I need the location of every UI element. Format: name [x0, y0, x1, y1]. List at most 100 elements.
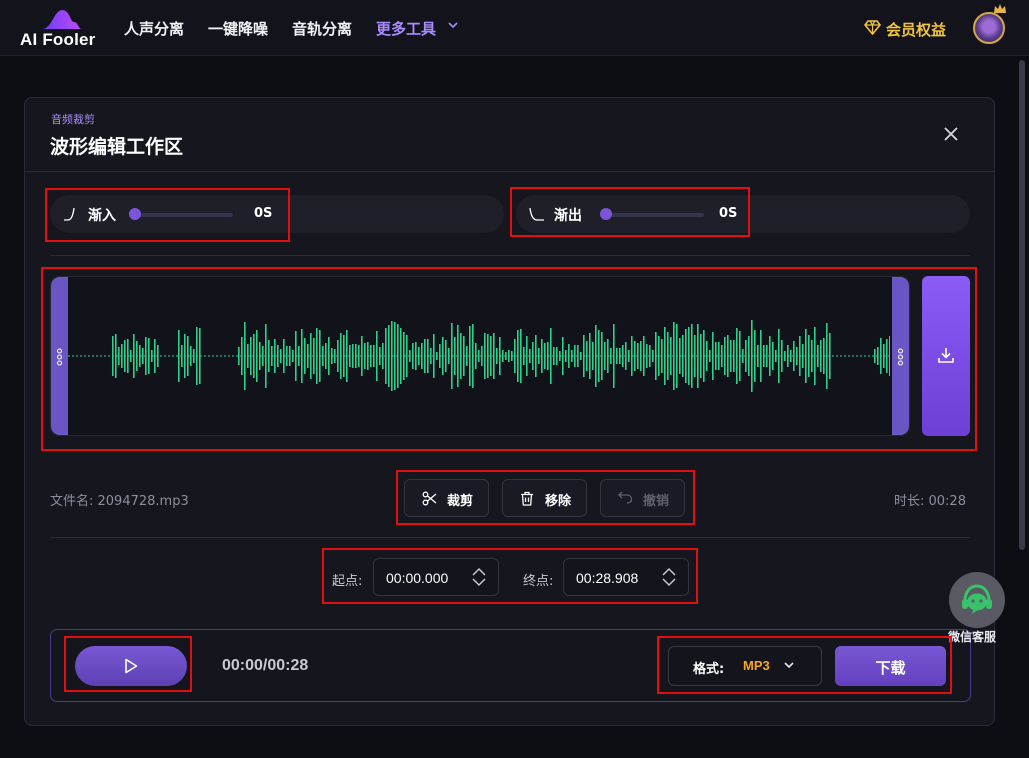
remove-label: 移除 [545, 494, 572, 509]
waveform-bar [271, 346, 273, 366]
waveform-bar [382, 343, 384, 369]
waveform-bar [478, 350, 480, 362]
waveform-bar [748, 336, 750, 376]
waveform-bar [415, 342, 417, 370]
waveform-bar [688, 327, 690, 385]
play-icon [125, 658, 138, 674]
waveform-bar [367, 342, 369, 370]
waveform-download-button[interactable] [922, 276, 970, 436]
waveform-bar [193, 349, 195, 363]
logo[interactable]: AI Fooler [20, 8, 104, 50]
fade-out-slider-knob[interactable] [600, 208, 612, 220]
waveform-bar [421, 343, 423, 369]
end-time-value: 00:28.908 [576, 570, 639, 586]
waveform-bar [187, 336, 189, 376]
fade-in-slider[interactable] [133, 213, 233, 217]
logo-text: AI Fooler [20, 30, 96, 49]
waveform-bar [568, 344, 570, 368]
waveform-bar [799, 336, 801, 376]
waveform-bar [247, 344, 249, 368]
drag-dots-icon [56, 348, 63, 366]
waveform-bar [646, 344, 648, 368]
waveform-bar [289, 346, 291, 366]
waveform-bar [592, 342, 594, 370]
spinner-icon[interactable] [471, 567, 487, 587]
waveform-bar [817, 345, 819, 367]
wechat-avatar [949, 572, 1005, 628]
nav-more-tools[interactable]: 更多工具 [376, 18, 436, 39]
waveform-bar [682, 335, 684, 377]
waveform-bar [535, 335, 537, 377]
chevron-down-icon [784, 662, 794, 669]
waveform-editor-panel: 音频裁剪 波形编辑工作区 渐入 0S 渐出 0S 文件名: 2094728.mp… [24, 97, 995, 726]
waveform-bar [556, 347, 558, 365]
trim-handle-right[interactable] [892, 277, 909, 435]
close-icon[interactable] [942, 125, 960, 143]
waveform-bar [571, 350, 573, 362]
remove-button[interactable]: 移除 [502, 479, 587, 517]
waveform-bar [613, 324, 615, 388]
download-label: 下载 [875, 659, 906, 677]
fade-out-slider[interactable] [604, 213, 704, 217]
panel-subtitle: 音频裁剪 [51, 113, 95, 126]
nav-vocal-separation[interactable]: 人声分离 [124, 18, 184, 39]
waveform-bar [157, 345, 159, 367]
waveform-bar [691, 324, 693, 388]
trim-handle-left[interactable] [51, 277, 68, 435]
cut-button[interactable]: 裁剪 [404, 479, 489, 517]
fade-in-control: 渐入 0S [50, 195, 504, 233]
fade-in-slider-knob[interactable] [129, 208, 141, 220]
waveform-bar [358, 345, 360, 367]
waveform-bar [694, 335, 696, 377]
waveform-bar [403, 332, 405, 380]
waveform-bar [448, 348, 450, 364]
waveform-bar [424, 339, 426, 373]
waveform-bar [631, 336, 633, 376]
waveform-bar [496, 348, 498, 364]
waveform-bar [376, 331, 378, 381]
chevron-down-icon[interactable] [448, 22, 458, 29]
nav-noise-reduction[interactable]: 一键降噪 [208, 18, 268, 39]
wechat-service-button[interactable]: 微信客服 [948, 572, 1006, 647]
start-time-input[interactable]: 00:00.000 [373, 558, 499, 596]
waveform-bar [250, 337, 252, 375]
page-scrollbar[interactable] [1019, 60, 1025, 550]
waveform-bar [145, 337, 147, 375]
spinner-icon[interactable] [661, 567, 677, 587]
waveform-bar [811, 340, 813, 372]
file-name: 文件名: 2094728.mp3 [50, 494, 189, 509]
download-button[interactable]: 下载 [835, 646, 946, 686]
waveform-bar [136, 341, 138, 371]
waveform-bar [763, 345, 765, 367]
waveform-bar [523, 347, 525, 365]
waveform-bar [562, 337, 564, 375]
waveform-bar [673, 322, 675, 390]
waveform-bar [118, 347, 120, 365]
nav-track-separation[interactable]: 音轨分离 [292, 18, 352, 39]
tools-divider [50, 537, 970, 538]
end-time-input[interactable]: 00:28.908 [563, 558, 689, 596]
waveform-bar [346, 330, 348, 382]
waveform-bar [565, 350, 567, 362]
waveform-bar [472, 324, 474, 388]
waveform-bar [754, 330, 756, 382]
waveform-bar [508, 350, 510, 362]
waveform-bar [703, 330, 705, 382]
undo-button[interactable]: 撤销 [600, 479, 685, 517]
waveform-bar [325, 343, 327, 369]
waveform-bar [874, 349, 876, 363]
waveform-bar [277, 345, 279, 367]
waveform-bar [127, 339, 129, 373]
scissors-icon [422, 491, 437, 506]
waveform-bar [388, 325, 390, 387]
play-button[interactable] [75, 646, 187, 686]
format-select[interactable]: 格式: MP3 [668, 646, 822, 686]
trash-icon [521, 491, 533, 506]
avatar[interactable] [973, 12, 1005, 44]
waveform-bar [274, 339, 276, 373]
waveform-bar [727, 335, 729, 377]
waveform-bar [148, 338, 150, 374]
waveform-bar [823, 338, 825, 374]
waveform-bar [133, 334, 135, 378]
waveform-bar [685, 329, 687, 383]
